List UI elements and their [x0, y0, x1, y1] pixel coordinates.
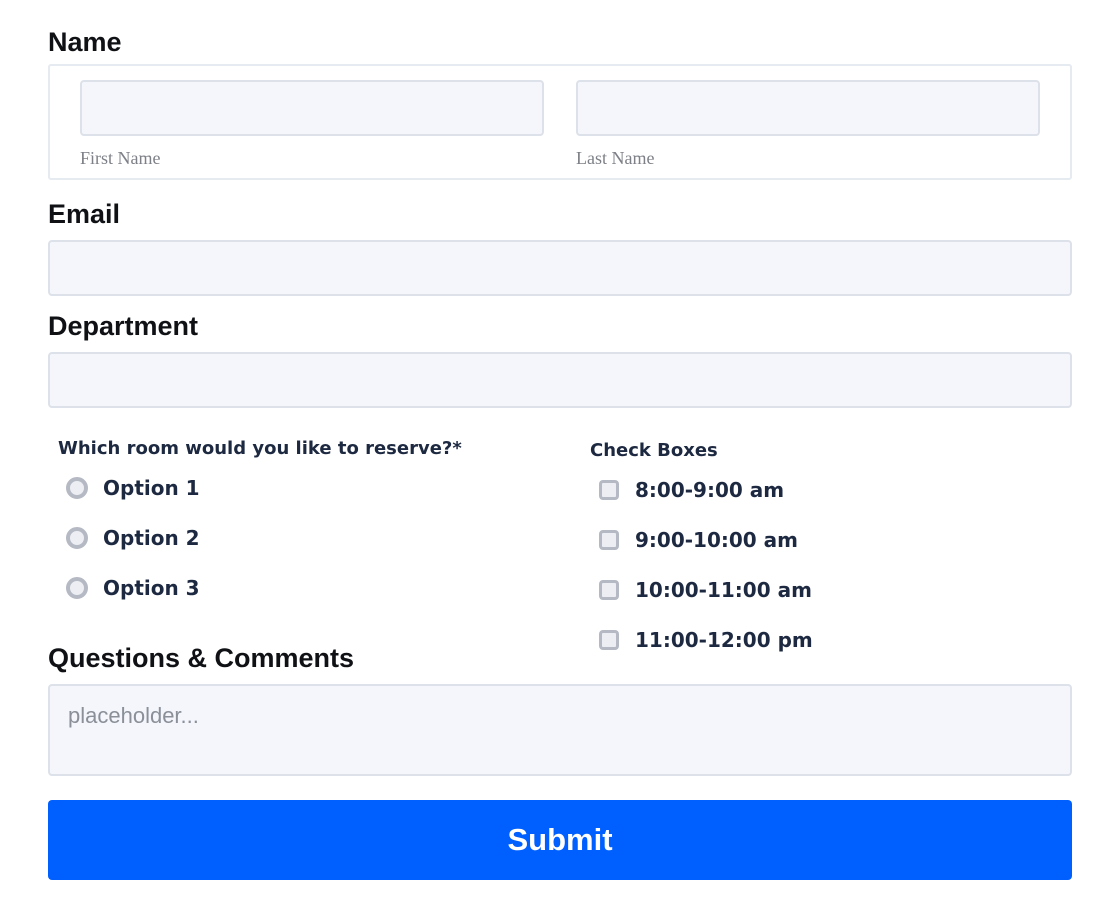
checkbox-square-icon[interactable]	[599, 530, 619, 550]
name-label: Name	[48, 27, 122, 57]
radio-circle-icon[interactable]	[66, 577, 88, 599]
radio-circle-icon[interactable]	[66, 477, 88, 499]
department-input[interactable]	[48, 352, 1072, 408]
checkbox-square-icon[interactable]	[599, 630, 619, 650]
time-checkbox-group: Check Boxes 8:00-9:00 am 9:00-10:00 am 1…	[590, 438, 1060, 658]
checkbox-option-2[interactable]: 9:00-10:00 am	[599, 526, 899, 554]
radio-circle-icon[interactable]	[66, 527, 88, 549]
radio-option-1[interactable]: Option 1	[66, 474, 366, 502]
radio-option-label: Option 3	[103, 576, 200, 600]
checkbox-option-label: 9:00-10:00 am	[635, 528, 799, 552]
checkbox-option-3[interactable]: 10:00-11:00 am	[599, 576, 899, 604]
checkbox-option-label: 10:00-11:00 am	[635, 578, 812, 602]
check-boxes-label: Check Boxes	[590, 440, 718, 461]
email-input[interactable]	[48, 240, 1072, 296]
room-radio-group: Which room would you like to reserve?* O…	[58, 436, 558, 616]
checkbox-square-icon[interactable]	[599, 480, 619, 500]
comments-textarea[interactable]	[48, 684, 1072, 776]
checkbox-option-label: 8:00-9:00 am	[635, 478, 785, 502]
name-field-group: First Name Last Name	[48, 64, 1072, 180]
email-label: Email	[48, 199, 121, 229]
radio-option-2[interactable]: Option 2	[66, 524, 366, 552]
checkbox-option-1[interactable]: 8:00-9:00 am	[599, 476, 899, 504]
radio-option-label: Option 1	[103, 476, 200, 500]
last-name-sublabel: Last Name	[576, 148, 655, 168]
last-name-input[interactable]	[576, 80, 1040, 136]
department-label: Department	[48, 311, 199, 341]
checkbox-option-4[interactable]: 11:00-12:00 pm	[599, 626, 899, 654]
first-name-input[interactable]	[80, 80, 544, 136]
checkbox-option-label: 11:00-12:00 pm	[635, 628, 813, 652]
checkbox-square-icon[interactable]	[599, 580, 619, 600]
radio-option-3[interactable]: Option 3	[66, 574, 366, 602]
room-question-label: Which room would you like to reserve?*	[58, 438, 462, 459]
first-name-sublabel: First Name	[80, 148, 161, 168]
submit-button[interactable]: Submit	[48, 800, 1072, 880]
comments-label: Questions & Comments	[48, 643, 355, 673]
radio-option-label: Option 2	[103, 526, 200, 550]
